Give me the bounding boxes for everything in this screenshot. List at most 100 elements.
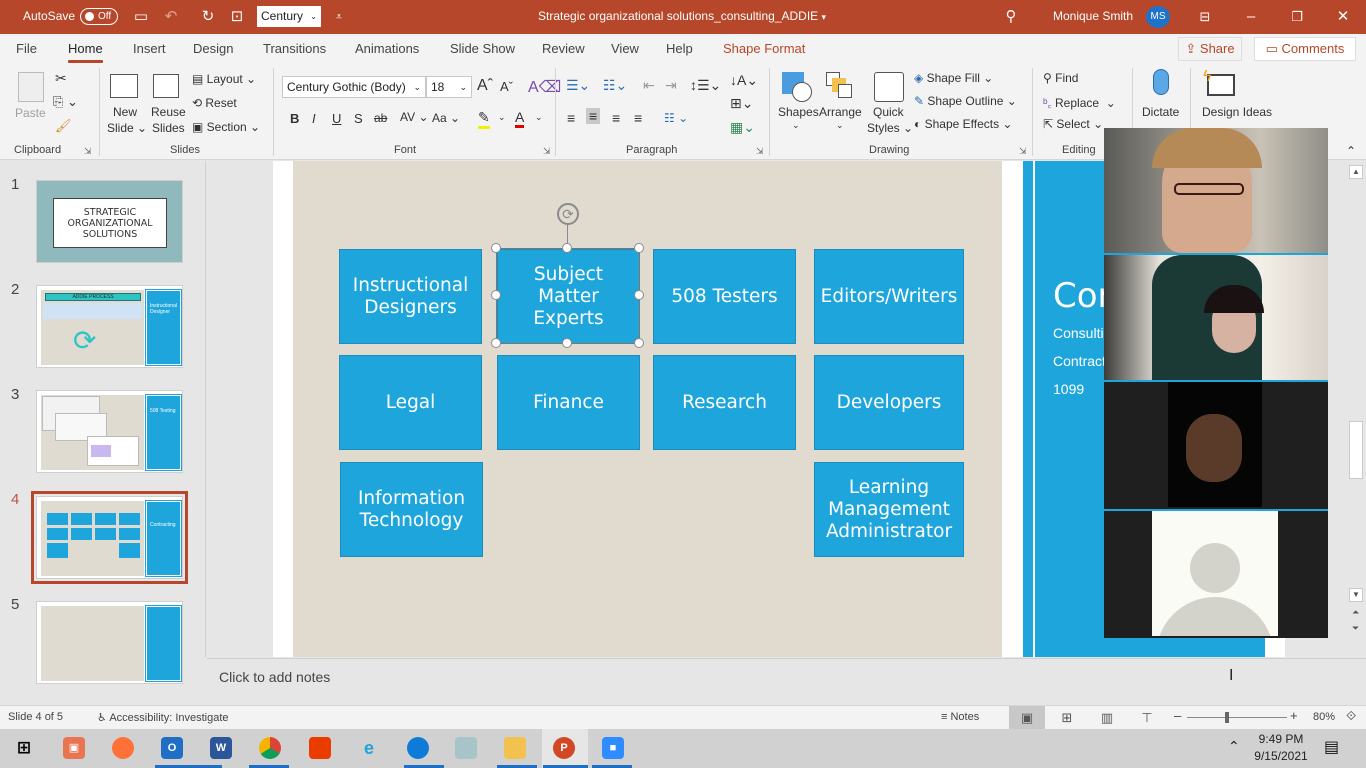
shape-effects-button[interactable]: ◐ Shape Effects ⌄	[914, 117, 1012, 131]
previous-slide-icon[interactable]: ⏶	[1352, 607, 1359, 618]
internet-explorer-icon[interactable]: e	[358, 737, 380, 759]
outlook-icon[interactable]: O	[161, 737, 183, 759]
word-icon[interactable]: W	[210, 737, 232, 759]
customize-toolbar-icon[interactable]: ⩡	[330, 8, 348, 26]
clock-time[interactable]: 9:49 PM	[1246, 732, 1316, 746]
slide-thumbnail-3[interactable]: 508 Testing	[36, 390, 183, 473]
tab-design[interactable]: Design	[193, 41, 233, 56]
share-button[interactable]: ⇪ Share	[1178, 37, 1242, 61]
box-legal[interactable]: Legal	[339, 355, 482, 450]
shape-outline-button[interactable]: ✎ Shape Outline ⌄	[914, 94, 1017, 108]
file-explorer-icon[interactable]	[504, 737, 526, 759]
resize-handle[interactable]	[491, 243, 501, 253]
highlight-dropdown-icon[interactable]: ⌄	[498, 112, 506, 123]
collapse-ribbon-icon[interactable]: ⌃	[1346, 144, 1356, 158]
clock-date[interactable]: 9/15/2021	[1246, 749, 1316, 763]
new-slide-icon[interactable]	[110, 74, 138, 98]
zoom-slider-thumb[interactable]	[1225, 712, 1229, 723]
font-color-dropdown-icon[interactable]: ⌄	[535, 112, 543, 123]
next-slide-icon[interactable]: ⏷	[1352, 623, 1359, 634]
shape-fill-button[interactable]: ◈ Shape Fill ⌄	[914, 71, 993, 85]
quick-font-select[interactable]: Century ⌄	[257, 6, 321, 27]
slide-thumbnail-2[interactable]: ADDIE PROCESS ⟳ Instructional Designer	[36, 285, 183, 368]
change-case-button[interactable]: Aa ⌄	[432, 111, 460, 125]
design-ideas-icon[interactable]: ϟ	[1203, 68, 1235, 96]
user-avatar[interactable]: MS	[1146, 6, 1170, 28]
zoom-app-icon[interactable]: ■	[602, 737, 624, 759]
autosave-toggle[interactable]: Off	[80, 8, 118, 25]
numbering-icon[interactable]: ☷⌄	[603, 77, 627, 94]
user-name[interactable]: Monique Smith	[1053, 9, 1133, 23]
box-editors-writers[interactable]: Editors/Writers	[814, 249, 964, 344]
shapes-button[interactable]: Shapes	[778, 105, 819, 119]
microphone-icon[interactable]	[1153, 69, 1169, 95]
redo-icon[interactable]: ↻	[199, 8, 217, 26]
select-button[interactable]: ⇱ Select ⌄	[1043, 117, 1103, 131]
italic-button[interactable]: I	[312, 111, 316, 126]
replace-button[interactable]: ᵇ꜀ Replace ⌄	[1043, 94, 1116, 111]
bold-button[interactable]: B	[290, 111, 299, 126]
slide-thumbnail-5[interactable]	[36, 601, 183, 684]
tab-file[interactable]: File	[16, 41, 37, 56]
box-instructional-designers[interactable]: Instructional Designers	[339, 249, 482, 344]
scrollbar-thumb[interactable]	[1349, 421, 1363, 479]
video-tile-participant-4[interactable]	[1104, 511, 1328, 636]
show-hidden-icons-icon[interactable]: ⌃	[1228, 738, 1240, 755]
side-panel-line[interactable]: 1099	[1053, 381, 1084, 397]
powerpoint-icon[interactable]: P	[553, 737, 575, 759]
scroll-down-button[interactable]: ▼	[1349, 588, 1363, 602]
reuse-slides-label-1[interactable]: Reuse	[151, 105, 186, 119]
layout-button[interactable]: ▤ Layout ⌄	[192, 72, 256, 86]
minimize-button[interactable]: –	[1236, 5, 1266, 29]
resize-handle[interactable]	[634, 243, 644, 253]
vertical-scrollbar[interactable]: ▲ ▼ ⏶ ⏷	[1345, 161, 1366, 657]
present-icon[interactable]: ⊡	[228, 8, 246, 26]
paste-button[interactable]: Paste	[15, 106, 46, 120]
video-tile-participant-1[interactable]	[1104, 128, 1328, 253]
box-508-testers[interactable]: 508 Testers	[653, 249, 796, 344]
resize-handle[interactable]	[562, 338, 572, 348]
increase-indent-icon[interactable]: ⇥	[665, 77, 677, 94]
tab-review[interactable]: Review	[542, 41, 585, 56]
new-slide-label-1[interactable]: New	[113, 105, 137, 119]
quick-styles-button[interactable]: Styles ⌄	[867, 121, 913, 135]
line-spacing-icon[interactable]: ↕☰⌄	[690, 77, 721, 94]
box-learning-management-administrator[interactable]: Learning Management Administrator	[814, 462, 964, 557]
shapes-icon[interactable]	[782, 72, 812, 102]
dictate-button[interactable]: Dictate	[1142, 105, 1179, 119]
resize-handle[interactable]	[634, 338, 644, 348]
notes-pane[interactable]: Click to add notes I	[207, 658, 1366, 700]
resize-handle[interactable]	[634, 290, 644, 300]
box-finance[interactable]: Finance	[497, 355, 640, 450]
zoom-out-button[interactable]: –	[1174, 708, 1181, 723]
tab-help[interactable]: Help	[666, 41, 693, 56]
drawing-launcher-icon[interactable]: ⇲	[1019, 146, 1027, 157]
resize-handle[interactable]	[491, 338, 501, 348]
comments-button[interactable]: ▭ Comments	[1254, 37, 1356, 61]
zoom-level[interactable]: 80%	[1313, 711, 1335, 723]
cut-icon[interactable]: ✂	[55, 70, 67, 87]
increase-font-icon[interactable]: Aˆ	[477, 77, 493, 95]
quick-styles-label-1[interactable]: Quick	[873, 105, 904, 119]
text-direction-icon[interactable]: ↓A⌄	[730, 72, 758, 89]
windows-start-icon[interactable]: ⊞	[13, 737, 35, 759]
slide-sorter-button[interactable]: ⊞	[1049, 706, 1085, 730]
document-title[interactable]: Strategic organizational solutions_consu…	[538, 9, 826, 23]
video-tile-participant-3[interactable]	[1104, 382, 1328, 507]
copy-icon[interactable]: ⎘ ⌄	[53, 94, 78, 110]
align-left-icon[interactable]: ≡	[567, 110, 575, 126]
tab-insert[interactable]: Insert	[133, 41, 166, 56]
normal-view-button[interactable]: ▣	[1009, 706, 1045, 730]
rotate-handle-icon[interactable]: ⟳	[557, 203, 579, 225]
format-painter-icon[interactable]: 🖌	[55, 118, 72, 134]
box-developers[interactable]: Developers	[814, 355, 964, 450]
bullets-icon[interactable]: ☰⌄	[566, 77, 590, 94]
action-center-icon[interactable]: ▤	[1324, 737, 1339, 757]
arrange-button[interactable]: Arrange	[819, 105, 862, 119]
tab-view[interactable]: View	[611, 41, 639, 56]
justify-icon[interactable]: ≡	[634, 110, 642, 126]
tab-transitions[interactable]: Transitions	[263, 41, 326, 56]
slide-thumbnail-4[interactable]: Contracting	[31, 491, 188, 584]
character-spacing-button[interactable]: AV ⌄	[400, 110, 429, 124]
zoom-slider[interactable]	[1187, 712, 1287, 723]
